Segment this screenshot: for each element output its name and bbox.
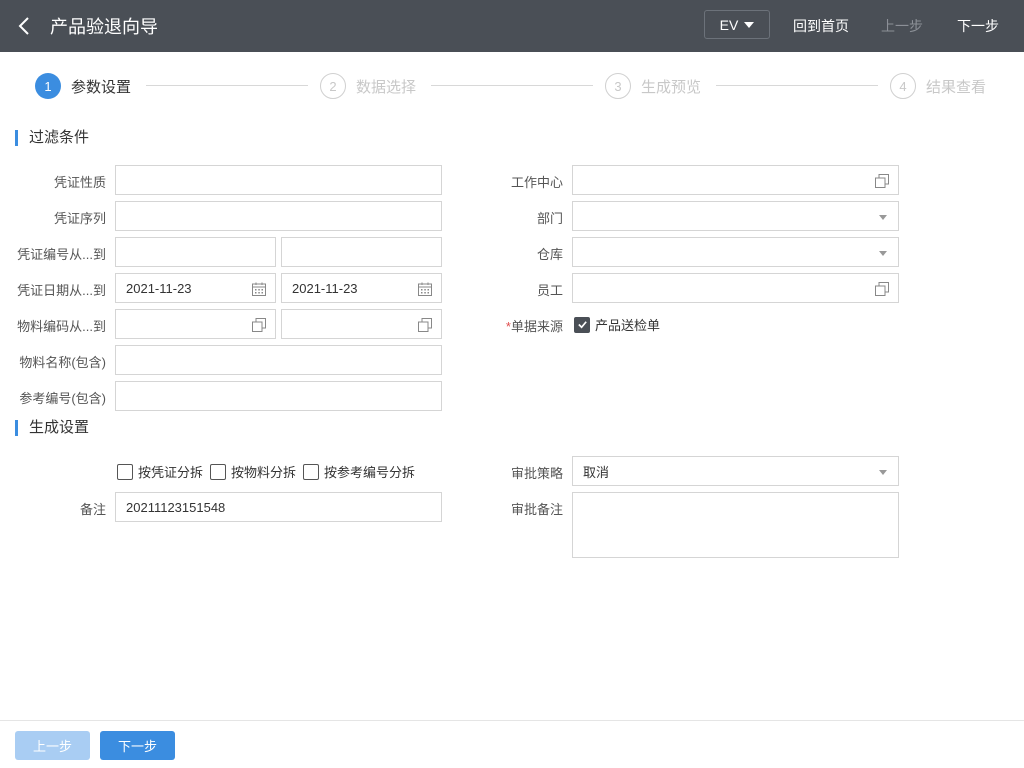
- step-number: 1: [35, 73, 61, 99]
- dept-select[interactable]: [572, 201, 899, 231]
- checkbox-icon[interactable]: [117, 463, 133, 480]
- voucher-date-label: 凭证日期从...到: [17, 283, 106, 298]
- dept-label: 部门: [536, 211, 563, 226]
- lookup-icon[interactable]: [251, 317, 267, 333]
- step-1: 1 参数设置: [35, 73, 131, 99]
- ref-no-input[interactable]: [115, 381, 442, 411]
- lookup-icon[interactable]: [417, 317, 433, 333]
- prev-button[interactable]: 上一步: [15, 731, 90, 760]
- step-label: 生成预览: [641, 78, 702, 96]
- top-next-button[interactable]: 下一步: [957, 16, 999, 36]
- filter-section-title: 过滤条件: [15, 130, 89, 146]
- voucher-no-label: 凭证编号从...到: [17, 247, 106, 262]
- home-button[interactable]: 回到首页: [793, 16, 849, 36]
- step-number: 4: [890, 73, 916, 99]
- split-voucher-label: 按凭证分拆: [138, 465, 204, 480]
- back-arrow-icon[interactable]: [14, 14, 36, 38]
- step-number: 2: [320, 73, 346, 99]
- approval-remark-textarea[interactable]: [572, 492, 899, 558]
- top-prev-button[interactable]: 上一步: [881, 16, 923, 36]
- split-ref-label: 按参考编号分拆: [324, 465, 416, 480]
- voucher-date-from-input[interactable]: 2021-11-23: [115, 273, 276, 303]
- material-code-to-input[interactable]: [281, 309, 442, 339]
- remark-input[interactable]: 20211123151548: [115, 492, 442, 522]
- source-label: *单据来源: [470, 316, 563, 335]
- caret-down-icon: [879, 470, 887, 475]
- lookup-icon[interactable]: [874, 173, 890, 189]
- split-material-label: 按物料分拆: [231, 465, 297, 480]
- warehouse-select[interactable]: [572, 237, 899, 267]
- employee-label: 员工: [536, 283, 563, 298]
- approval-strategy-value: 取消: [583, 464, 610, 480]
- approval-strategy-label: 审批策略: [510, 466, 563, 481]
- step-label: 结果查看: [926, 78, 987, 96]
- voucher-no-from-input[interactable]: [115, 237, 276, 267]
- gen-section-title: 生成设置: [15, 420, 89, 436]
- checkbox-checked-icon[interactable]: [574, 316, 590, 333]
- source-option-label: 产品送检单: [595, 318, 661, 333]
- lookup-icon[interactable]: [874, 281, 890, 297]
- step-connector: [146, 85, 308, 86]
- voucher-seq-label: 凭证序列: [53, 211, 106, 226]
- voucher-nature-input[interactable]: [115, 165, 442, 195]
- step-label: 参数设置: [71, 78, 132, 96]
- step-number: 3: [605, 73, 631, 99]
- step-connector: [431, 85, 593, 86]
- step-3: 3 生成预览: [605, 73, 701, 99]
- top-bar: 产品验退向导 EV 回到首页 上一步 下一步: [0, 0, 1024, 52]
- material-code-label: 物料编码从...到: [17, 319, 106, 334]
- footer-bar: 上一步 下一步: [0, 720, 1024, 768]
- calendar-icon[interactable]: [417, 281, 433, 297]
- date-to-value: 2021-11-23: [292, 280, 358, 296]
- ref-no-label: 参考编号(包含): [19, 391, 106, 406]
- step-connector: [716, 85, 878, 86]
- split-ref-checkbox[interactable]: 按参考编号分拆: [303, 462, 415, 481]
- employee-input[interactable]: [572, 273, 899, 303]
- approval-remark-label: 审批备注: [510, 502, 563, 517]
- source-checkbox[interactable]: 产品送检单: [574, 315, 660, 334]
- step-4: 4 结果查看: [890, 73, 986, 99]
- checkbox-icon[interactable]: [303, 463, 319, 480]
- split-voucher-checkbox[interactable]: 按凭证分拆: [117, 462, 203, 481]
- warehouse-label: 仓库: [536, 247, 563, 262]
- voucher-no-to-input[interactable]: [281, 237, 442, 267]
- remark-label: 备注: [79, 502, 106, 517]
- step-label: 数据选择: [356, 78, 417, 96]
- remark-value: 20211123151548: [126, 499, 226, 515]
- voucher-nature-label: 凭证性质: [53, 175, 106, 190]
- material-name-label: 物料名称(包含): [19, 355, 106, 370]
- date-from-value: 2021-11-23: [126, 280, 192, 296]
- caret-down-icon: [879, 251, 887, 256]
- source-label-text: 单据来源: [510, 319, 563, 334]
- material-code-from-input[interactable]: [115, 309, 276, 339]
- approval-strategy-select[interactable]: 取消: [572, 456, 899, 486]
- step-2: 2 数据选择: [320, 73, 416, 99]
- split-material-checkbox[interactable]: 按物料分拆: [210, 462, 296, 481]
- next-button[interactable]: 下一步: [100, 731, 175, 760]
- calendar-icon[interactable]: [251, 281, 267, 297]
- checkbox-icon[interactable]: [210, 463, 226, 480]
- voucher-date-to-input[interactable]: 2021-11-23: [281, 273, 442, 303]
- caret-down-icon: [744, 21, 755, 28]
- language-dropdown[interactable]: EV: [704, 10, 770, 39]
- work-center-input[interactable]: [572, 165, 899, 195]
- voucher-seq-input[interactable]: [115, 201, 442, 231]
- page-title: 产品验退向导: [50, 17, 158, 37]
- caret-down-icon: [879, 215, 887, 220]
- work-center-label: 工作中心: [510, 175, 563, 190]
- material-name-input[interactable]: [115, 345, 442, 375]
- language-label: EV: [719, 16, 739, 33]
